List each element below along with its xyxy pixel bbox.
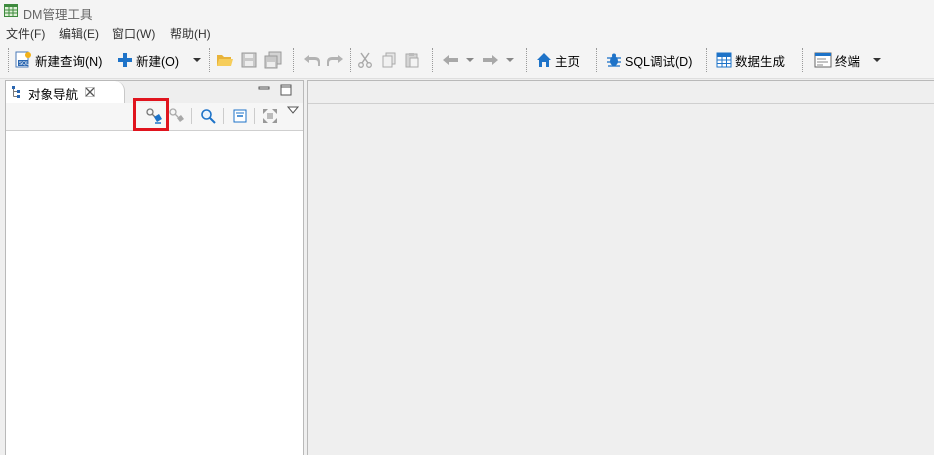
- back-arrow-icon: [443, 55, 458, 65]
- chevron-down-icon: [873, 58, 881, 62]
- close-icon[interactable]: [85, 87, 95, 97]
- forward-dropdown[interactable]: [505, 48, 515, 72]
- chevron-down-icon: [466, 58, 474, 62]
- save-all-icon: [264, 51, 282, 69]
- cut-icon: [358, 52, 372, 68]
- disconnect-icon[interactable]: [168, 107, 186, 125]
- editor-tab-row: [308, 81, 934, 104]
- toolbar-separator: [8, 48, 9, 72]
- undo-icon: [304, 55, 320, 66]
- toolbar-separator: [706, 48, 707, 72]
- toolbar-separator: [254, 108, 255, 124]
- save-icon: [241, 52, 257, 68]
- new-query-label: 新建查询(N): [35, 54, 103, 69]
- copy-icon: [382, 52, 396, 68]
- back-dropdown[interactable]: [465, 48, 475, 72]
- sql-debug-label: SQL调试(D): [625, 54, 693, 69]
- view-menu-icon[interactable]: [287, 105, 299, 115]
- object-navigator-panel: 对象导航: [5, 80, 304, 455]
- home-label: 主页: [555, 54, 581, 69]
- terminal-icon: [814, 52, 832, 68]
- open-button[interactable]: [216, 48, 234, 72]
- save-all-button[interactable]: [264, 48, 282, 72]
- menu-bar: 文件(F) 编辑(E) 窗口(W) 帮助(H): [0, 22, 934, 42]
- sql-debug-button[interactable]: SQL调试(D): [606, 48, 692, 72]
- minimize-icon[interactable]: [258, 84, 270, 94]
- title-bar: DM管理工具: [0, 0, 934, 22]
- save-button[interactable]: [241, 48, 257, 72]
- new-query-icon: SQL: [15, 51, 31, 68]
- toolbar-separator: [191, 108, 192, 124]
- bug-icon: [607, 53, 621, 67]
- toolbar-separator: [209, 48, 210, 72]
- toolbar-separator: [293, 48, 294, 72]
- paste-icon: [405, 53, 419, 68]
- main-toolbar: SQL 新建查询(N) 新建(O) 主页 SQL调试(D) 数据生成 终端: [0, 42, 934, 79]
- home-button[interactable]: 主页: [536, 48, 580, 72]
- maximize-icon[interactable]: [280, 84, 292, 96]
- svg-text:SQL: SQL: [19, 61, 29, 67]
- chevron-down-icon: [506, 58, 514, 62]
- toolbar-separator: [596, 48, 597, 72]
- data-generate-icon: [716, 52, 732, 68]
- copy-button[interactable]: [381, 48, 397, 72]
- terminal-label: 终端: [835, 54, 861, 69]
- new-label: 新建(O): [136, 54, 180, 69]
- tab-object-navigator[interactable]: 对象导航: [6, 81, 125, 103]
- home-icon: [537, 53, 551, 67]
- navigator-tree[interactable]: [6, 131, 303, 455]
- undo-button[interactable]: [303, 48, 321, 72]
- navigator-tab-label: 对象导航: [28, 88, 79, 102]
- forward-button[interactable]: [481, 48, 499, 72]
- forward-arrow-icon: [483, 55, 498, 65]
- new-dropdown[interactable]: [192, 48, 202, 72]
- menu-help[interactable]: 帮助(H): [170, 25, 211, 42]
- back-button[interactable]: [442, 48, 460, 72]
- data-generate-label: 数据生成: [735, 54, 786, 69]
- expand-all-icon[interactable]: [262, 108, 278, 124]
- search-icon[interactable]: [200, 108, 216, 124]
- tree-icon: [12, 86, 20, 98]
- toolbar-separator: [526, 48, 527, 72]
- toolbar-separator: [350, 48, 351, 72]
- editor-area: [307, 80, 934, 455]
- menu-file[interactable]: 文件(F): [6, 25, 45, 42]
- new-query-button[interactable]: SQL 新建查询(N): [14, 48, 102, 72]
- plus-icon: [118, 53, 132, 67]
- folder-open-icon: [217, 55, 233, 66]
- toolbar-separator: [802, 48, 803, 72]
- paste-button[interactable]: [404, 48, 420, 72]
- data-generate-button[interactable]: 数据生成: [716, 48, 785, 72]
- terminal-dropdown[interactable]: [872, 48, 882, 72]
- chevron-down-icon: [193, 58, 201, 62]
- cut-button[interactable]: [357, 48, 373, 72]
- menu-window[interactable]: 窗口(W): [112, 25, 155, 42]
- collapse-icon[interactable]: [233, 109, 247, 123]
- database-grid-icon: [4, 4, 18, 17]
- highlight-box: [133, 98, 169, 131]
- window-title: DM管理工具: [23, 8, 93, 22]
- toolbar-separator: [432, 48, 433, 72]
- redo-button[interactable]: [326, 48, 344, 72]
- new-button[interactable]: 新建(O): [117, 48, 179, 72]
- redo-icon: [327, 55, 343, 66]
- toolbar-separator: [223, 108, 224, 124]
- menu-edit[interactable]: 编辑(E): [59, 25, 99, 42]
- terminal-button[interactable]: 终端: [814, 48, 860, 72]
